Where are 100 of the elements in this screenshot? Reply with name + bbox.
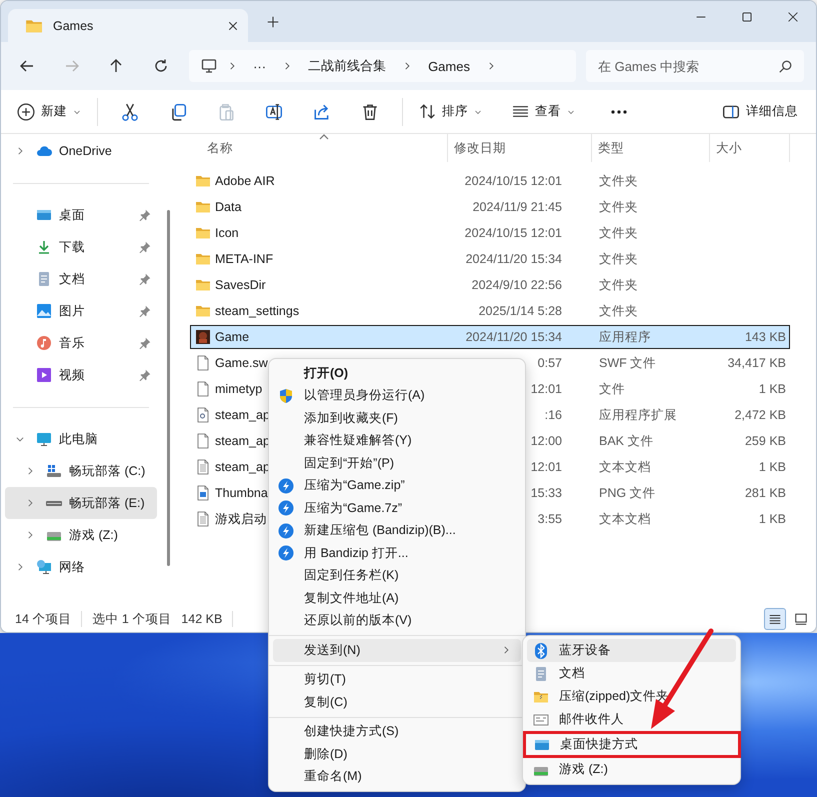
sidebar-item[interactable]: 畅玩部落 (E:)	[5, 487, 157, 519]
column-header[interactable]: 修改日期	[448, 134, 592, 162]
pin-icon	[139, 369, 151, 381]
close-icon	[228, 20, 238, 30]
drive-icon	[46, 500, 62, 506]
file-name[interactable]: steam_settings	[215, 304, 300, 318]
menu-item[interactable]: 压缩为“Game.7z”	[273, 497, 521, 520]
address-bar[interactable]: ··· 二战前线合集 Games	[189, 50, 576, 82]
menu-item[interactable]: 以管理员身份运行(A)	[273, 384, 521, 407]
menu-item[interactable]: 兼容性疑难解答(Y)	[273, 430, 521, 452]
file-name[interactable]: 游戏启动	[215, 510, 267, 528]
menu-item[interactable]: 压缩为“Game.zip”	[273, 474, 521, 497]
item-count: 14 个项目	[15, 610, 72, 628]
sidebar-item[interactable]: 桌面	[5, 199, 157, 231]
file-type: 文件夹	[599, 200, 638, 214]
file-name[interactable]: Game	[215, 330, 250, 344]
sidebar-item[interactable]: 此电脑	[5, 423, 157, 455]
modified-date: 15:33	[530, 486, 562, 500]
file-size: 143 KB	[744, 330, 786, 344]
file-name[interactable]: steam_ap	[215, 408, 270, 422]
sidebar-item[interactable]: OneDrive	[5, 135, 157, 167]
lightning-icon	[278, 500, 294, 516]
sidebar-item[interactable]: 网络	[5, 551, 157, 583]
menu-item[interactable]: 还原以前的版本(V)	[273, 610, 521, 632]
menu-item[interactable]: 复制文件地址(A)	[273, 587, 521, 610]
column-header[interactable]: 名称	[190, 134, 448, 162]
file-type: 文件夹	[599, 226, 638, 240]
menu-item[interactable]: 打开(O)	[273, 362, 521, 384]
right-arrow-icon	[64, 58, 80, 74]
more-icon	[611, 110, 627, 114]
menu-item[interactable]: 创建快捷方式(S)	[273, 720, 521, 743]
sidebar-item[interactable]: 音乐	[5, 327, 157, 359]
file-name[interactable]: Data	[215, 200, 242, 214]
menu-item[interactable]: 固定到任务栏(K)	[273, 564, 521, 587]
file-name[interactable]: mimetyp	[215, 382, 262, 396]
desktop-icon	[36, 207, 52, 223]
file-size: 1 KB	[758, 460, 786, 474]
menu-item[interactable]: 文档	[527, 662, 736, 685]
modified-date: 2024/11/20 15:34	[464, 252, 562, 266]
file-type: BAK 文件	[599, 434, 654, 448]
search-field[interactable]: 在 Games 中搜索	[586, 50, 804, 82]
sidebar-item[interactable]: 畅玩部落 (C:)	[5, 455, 157, 487]
breadcrumb-overflow[interactable]: ···	[247, 58, 272, 74]
menu-item[interactable]: 添加到收藏夹(F)	[273, 407, 521, 430]
trash-icon	[361, 102, 379, 120]
file-type: 文件	[599, 382, 625, 396]
file-name[interactable]: Icon	[215, 226, 239, 240]
menu-item[interactable]: 蓝牙设备	[527, 639, 736, 662]
sidebar-item[interactable]: 视频	[5, 359, 157, 391]
sidebar-item[interactable]: 图片	[5, 295, 157, 327]
sidebar-item[interactable]: 下载	[5, 231, 157, 263]
sort-caret-icon	[319, 134, 329, 140]
menu-item[interactable]: 固定到“开始”(P)	[273, 452, 521, 474]
file-name[interactable]: SavesDir	[215, 278, 266, 292]
selection-size: 142 KB	[181, 612, 222, 626]
caret-icon	[73, 108, 81, 116]
lines-icon	[512, 103, 529, 120]
plus-circle-icon	[17, 102, 35, 120]
file-name[interactable]: steam_ap	[215, 460, 270, 474]
file-name[interactable]: Game.sw	[215, 356, 268, 370]
folder-icon	[195, 303, 211, 319]
menu-item[interactable]: 剪切(T)	[273, 668, 521, 691]
window-tab[interactable]: Games	[8, 9, 248, 42]
file-type: 应用程序扩展	[599, 408, 677, 422]
menu-item[interactable]: 游戏 (Z:)	[527, 758, 736, 781]
file-name[interactable]: META-INF	[215, 252, 274, 266]
menu-item[interactable]: 复制(C)	[273, 691, 521, 714]
menu-item[interactable]: 重命名(M)	[273, 766, 521, 788]
modified-date: 12:00	[530, 434, 562, 448]
sidebar-item[interactable]: 文档	[5, 263, 157, 295]
close-tab-button[interactable]	[228, 20, 238, 30]
details-pane-button[interactable]: 详细信息	[714, 96, 806, 128]
folder-icon	[195, 225, 211, 241]
menu-item[interactable]: 桌面快捷方式	[523, 731, 741, 758]
menu-item[interactable]: 邮件收件人	[527, 708, 736, 731]
file-name[interactable]: steam_ap	[215, 434, 270, 448]
breadcrumb[interactable]: Games	[422, 58, 476, 74]
details-view-button[interactable]	[764, 608, 786, 630]
sidebar-item[interactable]: 游戏 (Z:)	[5, 519, 157, 551]
left-arrow-icon	[19, 58, 36, 74]
column-header[interactable]: 大小	[710, 134, 790, 162]
menu-item[interactable]: 发送到(N)	[273, 639, 521, 662]
breadcrumb[interactable]: 二战前线合集	[302, 57, 392, 75]
sort-button[interactable]: 排序	[411, 96, 490, 128]
file-name[interactable]: Thumbna	[215, 486, 268, 500]
file-size: 281 KB	[744, 486, 786, 500]
file-type: SWF 文件	[599, 356, 656, 370]
pin-icon	[139, 337, 151, 349]
menu-item[interactable]: 新建压缩包 (Bandizip)(B)...	[273, 520, 521, 542]
rename-icon	[265, 102, 283, 120]
file-name[interactable]: Adobe AIR	[215, 174, 275, 188]
menu-item[interactable]: 用 Bandizip 打开...	[273, 542, 521, 564]
new-button[interactable]: 新建	[9, 96, 89, 128]
lightning-icon	[278, 478, 294, 494]
view-button[interactable]: 查看	[504, 96, 583, 128]
column-header[interactable]: 类型	[592, 134, 710, 162]
scrollbar[interactable]	[166, 210, 170, 566]
modified-date: 2024/10/15 12:01	[464, 226, 562, 240]
modified-date: 12:01	[530, 382, 562, 396]
menu-item[interactable]: 删除(D)	[273, 743, 521, 766]
